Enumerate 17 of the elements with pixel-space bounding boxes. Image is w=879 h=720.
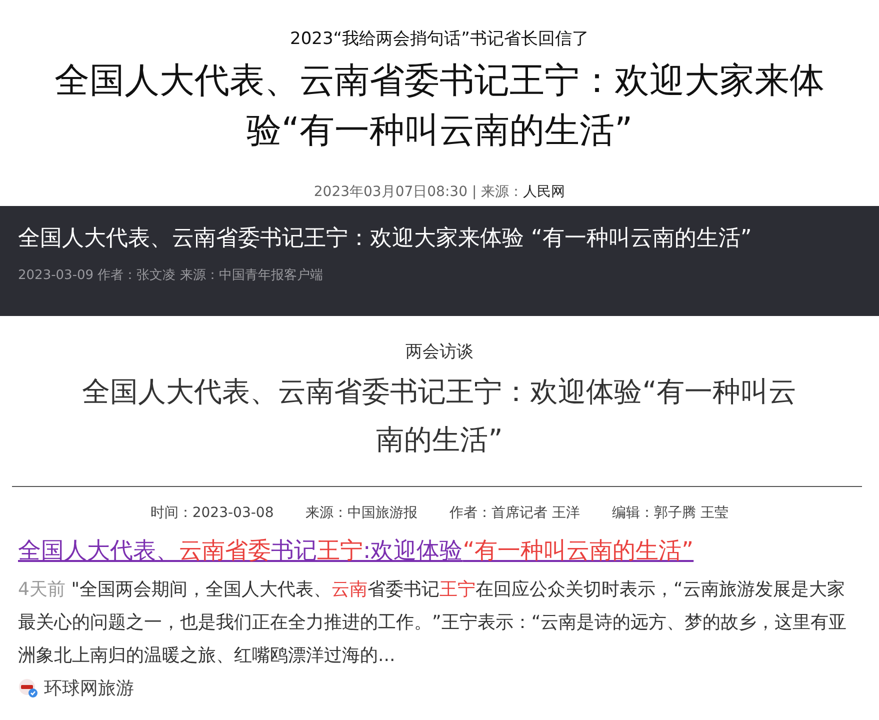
result-snippet: 4天前 "全国两会期间，全国人大代表、云南省委书记王宁在回应公众关切时表示，“云南旅游发展是大家最关心的问题之一，也是我们正在全力推进的工作。”王宁表示：“云南是诗的远方、梦的故乡，这里有亚洲象北上南归的温暖之旅、红嘴鸥漂洋过海的... xyxy=(18,578,848,668)
source-label: 来源： xyxy=(481,184,524,200)
meta-item: 作者：首席记者 王洋 xyxy=(450,504,580,523)
banner-title: 全国人大代表、云南省委书记王宁：欢迎大家来体验 “有一种叫云南的生活” xyxy=(18,225,753,253)
banner-meta: 2023-03-09 作者：张文凌 来源：中国青年报客户端 xyxy=(18,267,324,285)
meta-item: 来源：中国旅游报 xyxy=(306,504,418,523)
publish-date: 2023年03月07日08:30 xyxy=(314,184,468,200)
publisher-name: 环球网旅游 xyxy=(44,677,134,700)
article-title: 全国人大代表、云南省委书记王宁：欢迎大家来体验“有一种叫云南的生活” xyxy=(54,60,826,153)
publisher-logo-icon xyxy=(18,678,38,698)
meta-item: 时间：2023-03-08 xyxy=(150,504,274,523)
source-name: 人民网 xyxy=(523,184,566,200)
article-kicker: 2023“我给两会捎句话”书记省长回信了 xyxy=(289,28,590,50)
separator: | xyxy=(472,184,477,200)
meta-item: 编辑：郭子腾 王莹 xyxy=(612,504,729,523)
interview-title: 全国人大代表、云南省委书记王宁：欢迎体验“有一种叫云南的生活” xyxy=(81,374,798,458)
category-label: 两会访谈 xyxy=(404,341,474,364)
